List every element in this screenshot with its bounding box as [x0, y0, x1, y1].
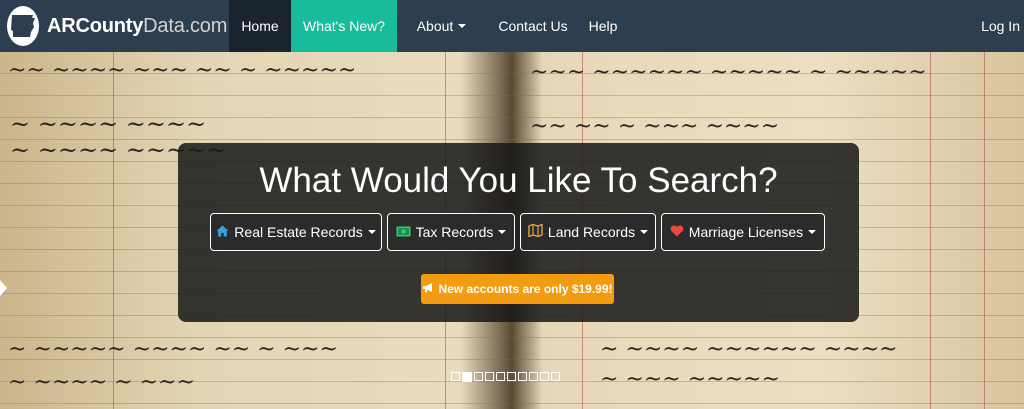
nav-contact-label: Contact Us [498, 18, 568, 34]
carousel-indicators [451, 372, 560, 382]
ledger-handwriting: ~~ ~~ ~ ~~~ ~~~~ [530, 114, 780, 139]
login-label: Log In [981, 18, 1020, 34]
home-icon [216, 224, 229, 240]
tax-records-label: Tax Records [415, 224, 494, 240]
ledger-handwriting: ~~ ~~~~ ~~~ ~~ ~ ~~~~~ [8, 58, 357, 83]
login-link[interactable]: Log In [981, 0, 1024, 52]
tax-records-dropdown[interactable]: Tax Records [387, 213, 515, 251]
nav-about-label: About [416, 18, 454, 34]
caret-down-icon [808, 230, 817, 234]
land-records-label: Land Records [547, 224, 636, 240]
caret-down-icon [367, 230, 376, 234]
search-title: What Would You Like To Search? [259, 161, 778, 200]
caret-down-icon [498, 230, 507, 234]
arkansas-logo-icon [7, 6, 39, 46]
nav-whats-new-label: What's New? [302, 18, 386, 34]
top-navbar: ARCountyData.com Home What's New? About … [0, 0, 1024, 52]
real-estate-records-label: Real Estate Records [234, 224, 363, 240]
ledger-handwriting: ~ ~~~ ~~~~~ [600, 367, 780, 392]
ledger-handwriting: ~ ~~~~ ~ ~~~ [8, 370, 195, 395]
nav-whats-new[interactable]: What's New? [291, 0, 397, 52]
promo-label: New accounts are only $19.99! [438, 282, 613, 296]
land-records-dropdown[interactable]: Land Records [520, 213, 656, 251]
ledger-handwriting: ~ ~~~~~ ~~~~ ~~ ~ ~~~ [8, 337, 338, 362]
ledger-handwriting: ~ ~~~~ ~~~~ [10, 110, 207, 138]
carousel-indicator[interactable] [551, 372, 560, 381]
nav-home[interactable]: Home [229, 0, 291, 52]
map-icon [528, 223, 543, 240]
carousel-indicator[interactable] [507, 372, 516, 381]
ledger-handwriting: ~~~ ~~~~~~ ~~~~~ ~ ~~~~~ [530, 60, 927, 85]
carousel-indicator[interactable] [474, 372, 483, 381]
carousel-indicator[interactable] [496, 372, 505, 381]
carousel-indicator[interactable] [540, 372, 549, 381]
nav-about-dropdown[interactable]: About [397, 0, 486, 52]
heart-icon [670, 224, 684, 240]
brand-link[interactable]: ARCountyData.com [0, 0, 227, 52]
new-accounts-promo-button[interactable]: New accounts are only $19.99! [421, 274, 614, 304]
nav-home-label: Home [241, 18, 279, 34]
money-icon [396, 224, 411, 240]
marriage-licenses-dropdown[interactable]: Marriage Licenses [661, 213, 825, 251]
ledger-handwriting: ~ ~~~~ ~~~~~~ ~~~~ [600, 337, 898, 362]
nav-help-label: Help [588, 18, 618, 34]
ledger-margin-line [930, 52, 931, 409]
nav-contact[interactable]: Contact Us [486, 0, 580, 52]
carousel-indicator[interactable] [485, 372, 494, 381]
nav-help[interactable]: Help [580, 0, 626, 52]
marriage-licenses-label: Marriage Licenses [688, 224, 804, 240]
carousel-indicator[interactable] [518, 372, 527, 381]
carousel-indicator[interactable] [462, 372, 472, 382]
carousel-prev-arrow-icon[interactable] [0, 280, 7, 296]
caret-down-icon [640, 230, 649, 234]
caret-down-icon [458, 24, 467, 28]
real-estate-records-dropdown[interactable]: Real Estate Records [210, 213, 382, 251]
brand-name-light: Data.com [143, 14, 228, 37]
bullhorn-icon [422, 282, 434, 296]
brand-name-bold: ARCounty [47, 14, 144, 37]
brand-name: ARCountyData.com [47, 15, 227, 38]
ledger-margin-line [984, 52, 985, 409]
carousel-indicator[interactable] [529, 372, 538, 381]
carousel-indicator[interactable] [451, 372, 460, 381]
